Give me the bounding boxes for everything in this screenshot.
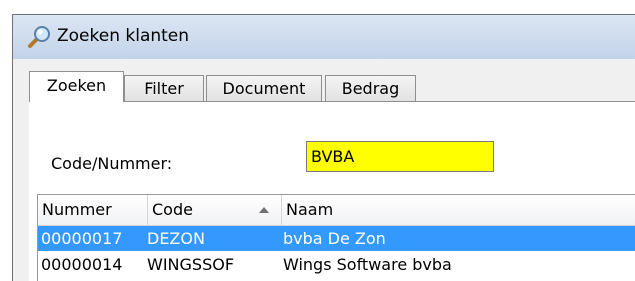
title-bar: Zoeken klanten (13, 15, 635, 59)
column-header-code-label: Code (152, 200, 193, 219)
cell-nummer: 00000014 (41, 255, 123, 274)
magnifier-icon (26, 24, 52, 50)
code-number-label: Code/Nummer: (51, 154, 173, 173)
window-title: Zoeken klanten (57, 26, 190, 46)
search-customers-window: Zoeken klanten Zoeken Filter Document Be… (12, 14, 635, 281)
cell-nummer: 00000017 (41, 229, 123, 248)
grid-header: Nummer Code Naam (38, 195, 635, 226)
column-header-naam-label: Naam (286, 200, 334, 219)
cell-naam: Wings Software bvba (283, 255, 452, 274)
table-row[interactable]: 00000017 DEZON bvba De Zon (38, 226, 635, 251)
cell-naam: bvba De Zon (283, 229, 386, 248)
tab-zoeken[interactable]: Zoeken (29, 71, 124, 102)
column-header-naam[interactable]: Naam (282, 195, 635, 225)
table-row[interactable]: 00000014 WINGSSOF Wings Software bvba (38, 252, 635, 277)
sort-ascending-icon (259, 207, 269, 213)
tab-panel-zoeken: Code/Nummer: Nummer Code Naam 00000017 D… (29, 101, 635, 281)
column-header-nummer-label: Nummer (42, 200, 112, 219)
results-grid: Nummer Code Naam 00000017 DEZON bvba De … (37, 194, 635, 281)
tab-bedrag[interactable]: Bedrag (325, 75, 416, 101)
tab-document[interactable]: Document (206, 75, 322, 101)
cell-code: WINGSSOF (147, 255, 235, 274)
tab-filter[interactable]: Filter (124, 75, 204, 101)
column-header-nummer[interactable]: Nummer (38, 195, 148, 225)
column-header-code[interactable]: Code (148, 195, 282, 225)
code-number-input[interactable] (306, 141, 494, 172)
cell-code: DEZON (147, 229, 205, 248)
